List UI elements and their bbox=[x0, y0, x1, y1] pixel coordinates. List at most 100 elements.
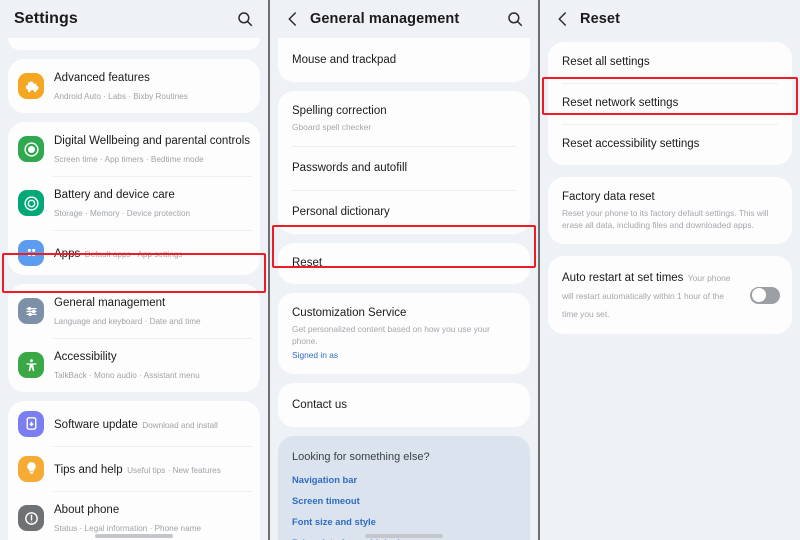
sidebar-item-label: Tips and help bbox=[54, 464, 123, 476]
page-title: General management bbox=[310, 11, 459, 27]
list-item-spelling-correction[interactable]: Spelling correction Gboard spell checker bbox=[278, 91, 530, 146]
navigation-handle bbox=[365, 534, 443, 538]
sidebar-item-label: Digital Wellbeing and parental controls bbox=[54, 135, 250, 147]
sidebar-item-tips-and-help[interactable]: Tips and help Useful tips · New features bbox=[8, 446, 260, 491]
row-text: Software update Download and install bbox=[54, 415, 218, 433]
sidebar-item-about-phone[interactable]: About phone Status · Legal information ·… bbox=[8, 491, 260, 540]
list-item-personal-dictionary[interactable]: Personal dictionary bbox=[278, 190, 530, 234]
list-item-sublabel: Get personalized content based on how yo… bbox=[292, 323, 516, 347]
signed-in-link[interactable]: Signed in as bbox=[292, 349, 516, 361]
settings-group-4: Software update Download and install Tip… bbox=[8, 401, 260, 540]
row-text: Advanced features Android Auto · Labs · … bbox=[54, 68, 248, 104]
reset-scroll-body[interactable]: Reset all settings Reset network setting… bbox=[540, 42, 800, 540]
gm-group-3: Reset bbox=[278, 243, 530, 284]
list-item-label: Passwords and autofill bbox=[292, 161, 516, 176]
list-item-mouse-and-trackpad[interactable]: Mouse and trackpad bbox=[278, 38, 530, 82]
page-title: Reset bbox=[580, 11, 620, 27]
search-icon[interactable] bbox=[236, 10, 254, 28]
tips-and-help-icon bbox=[18, 456, 44, 482]
list-item-sublabel: Gboard spell checker bbox=[292, 121, 516, 133]
settings-header: Settings bbox=[0, 0, 268, 38]
sidebar-item-sublabel: Status · Legal information · Phone name bbox=[54, 524, 201, 533]
sidebar-item-software-update[interactable]: Software update Download and install bbox=[8, 401, 260, 446]
list-item-reset[interactable]: Reset bbox=[278, 243, 530, 284]
sidebar-item-sublabel: Useful tips · New features bbox=[127, 466, 221, 475]
list-item-label: Auto restart at set times bbox=[562, 272, 683, 284]
row-text: Tips and help Useful tips · New features bbox=[54, 460, 221, 478]
list-item-label: Contact us bbox=[292, 398, 516, 413]
list-item-label: Mouse and trackpad bbox=[292, 53, 516, 68]
settings-group-1: Advanced features Android Auto · Labs · … bbox=[8, 59, 260, 113]
list-item-label: Reset network settings bbox=[562, 96, 778, 111]
gm-group-2: Spelling correction Gboard spell checker… bbox=[278, 91, 530, 234]
about-phone-icon bbox=[18, 505, 44, 531]
settings-panel: Settings Advanced features Android Auto … bbox=[0, 0, 268, 540]
list-item-reset-all-settings[interactable]: Reset all settings bbox=[548, 42, 792, 83]
list-item-contact-us[interactable]: Contact us bbox=[278, 383, 530, 427]
search-icon[interactable] bbox=[506, 10, 524, 28]
list-item-label: Reset all settings bbox=[562, 55, 778, 70]
sidebar-item-label: Battery and device care bbox=[54, 189, 175, 201]
general-management-scroll-body[interactable]: Mouse and trackpad Spelling correction G… bbox=[270, 38, 538, 540]
partial-card-top bbox=[8, 38, 260, 50]
back-icon[interactable] bbox=[554, 10, 572, 28]
list-item-sublabel: Reset your phone to its factory default … bbox=[562, 207, 778, 231]
toggle-knob bbox=[752, 288, 766, 302]
sidebar-item-apps[interactable]: Apps Default apps · App settings bbox=[8, 230, 260, 275]
row-text: Digital Wellbeing and parental controls … bbox=[54, 131, 248, 167]
sidebar-item-battery-device-care[interactable]: Battery and device care Storage · Memory… bbox=[8, 176, 260, 230]
sidebar-item-sublabel: Language and keyboard · Date and time bbox=[54, 317, 201, 326]
settings-group-3: General management Language and keyboard… bbox=[8, 284, 260, 392]
sidebar-item-label: Apps bbox=[54, 248, 80, 260]
settings-group-2: Digital Wellbeing and parental controls … bbox=[8, 122, 260, 275]
digital-wellbeing-icon bbox=[18, 136, 44, 162]
sidebar-item-label: Software update bbox=[54, 419, 138, 431]
gm-group-1: Mouse and trackpad bbox=[278, 38, 530, 82]
list-item-label: Reset accessibility settings bbox=[562, 137, 778, 152]
suggestion-link-navigation-bar[interactable]: Navigation bar bbox=[292, 474, 516, 485]
row-text: Accessibility TalkBack · Mono audio · As… bbox=[54, 347, 248, 383]
row-text: Apps Default apps · App settings bbox=[54, 244, 183, 262]
sidebar-item-sublabel: Android Auto · Labs · Bixby Routines bbox=[54, 92, 188, 101]
reset-group-1: Reset all settings Reset network setting… bbox=[548, 42, 792, 165]
row-text: General management Language and keyboard… bbox=[54, 293, 248, 329]
settings-scroll-body[interactable]: Advanced features Android Auto · Labs · … bbox=[0, 38, 268, 540]
list-item-passwords-and-autofill[interactable]: Passwords and autofill bbox=[278, 146, 530, 190]
battery-device-care-icon bbox=[18, 190, 44, 216]
looking-for-heading: Looking for something else? bbox=[292, 451, 516, 463]
list-item-label: Spelling correction bbox=[292, 104, 516, 119]
suggestion-link-screen-timeout[interactable]: Screen timeout bbox=[292, 495, 516, 506]
sidebar-item-general-management[interactable]: General management Language and keyboard… bbox=[8, 284, 260, 338]
auto-restart-toggle[interactable] bbox=[750, 287, 780, 304]
sidebar-item-sublabel: Screen time · App timers · Bedtime mode bbox=[54, 155, 204, 164]
row-text: Auto restart at set times Your phone wil… bbox=[562, 268, 750, 322]
page-title: Settings bbox=[14, 10, 78, 28]
navigation-handle bbox=[95, 534, 173, 538]
reset-panel: Reset Reset all settings Reset network s… bbox=[540, 0, 800, 540]
reset-header: Reset bbox=[540, 0, 800, 38]
general-management-icon bbox=[18, 298, 44, 324]
list-item-reset-network-settings[interactable]: Reset network settings bbox=[548, 83, 792, 124]
list-item-customization-service[interactable]: Customization Service Get personalized c… bbox=[278, 293, 530, 374]
sidebar-item-label: Advanced features bbox=[54, 72, 150, 84]
list-item-auto-restart-at-set-times[interactable]: Auto restart at set times Your phone wil… bbox=[548, 256, 792, 334]
gm-group-4: Customization Service Get personalized c… bbox=[278, 293, 530, 374]
sidebar-item-accessibility[interactable]: Accessibility TalkBack · Mono audio · As… bbox=[8, 338, 260, 392]
sidebar-item-digital-wellbeing[interactable]: Digital Wellbeing and parental controls … bbox=[8, 122, 260, 176]
sidebar-item-label: About phone bbox=[54, 504, 119, 516]
back-icon[interactable] bbox=[284, 10, 302, 28]
list-item-label: Factory data reset bbox=[562, 190, 778, 205]
list-item-factory-data-reset[interactable]: Factory data reset Reset your phone to i… bbox=[548, 177, 792, 244]
software-update-icon bbox=[18, 411, 44, 437]
looking-for-something-else-card: Looking for something else? Navigation b… bbox=[278, 436, 530, 540]
suggestion-link-font-size-and-style[interactable]: Font size and style bbox=[292, 516, 516, 527]
sidebar-item-label: General management bbox=[54, 297, 165, 309]
sidebar-item-advanced-features[interactable]: Advanced features Android Auto · Labs · … bbox=[8, 59, 260, 113]
list-item-label: Reset bbox=[292, 256, 516, 271]
sidebar-item-sublabel: Default apps · App settings bbox=[85, 250, 183, 259]
general-management-header: General management bbox=[270, 0, 538, 38]
list-item-reset-accessibility-settings[interactable]: Reset accessibility settings bbox=[548, 124, 792, 165]
reset-group-3: Auto restart at set times Your phone wil… bbox=[548, 256, 792, 334]
sidebar-item-sublabel: Download and install bbox=[142, 421, 218, 430]
sidebar-item-sublabel: TalkBack · Mono audio · Assistant menu bbox=[54, 371, 200, 380]
